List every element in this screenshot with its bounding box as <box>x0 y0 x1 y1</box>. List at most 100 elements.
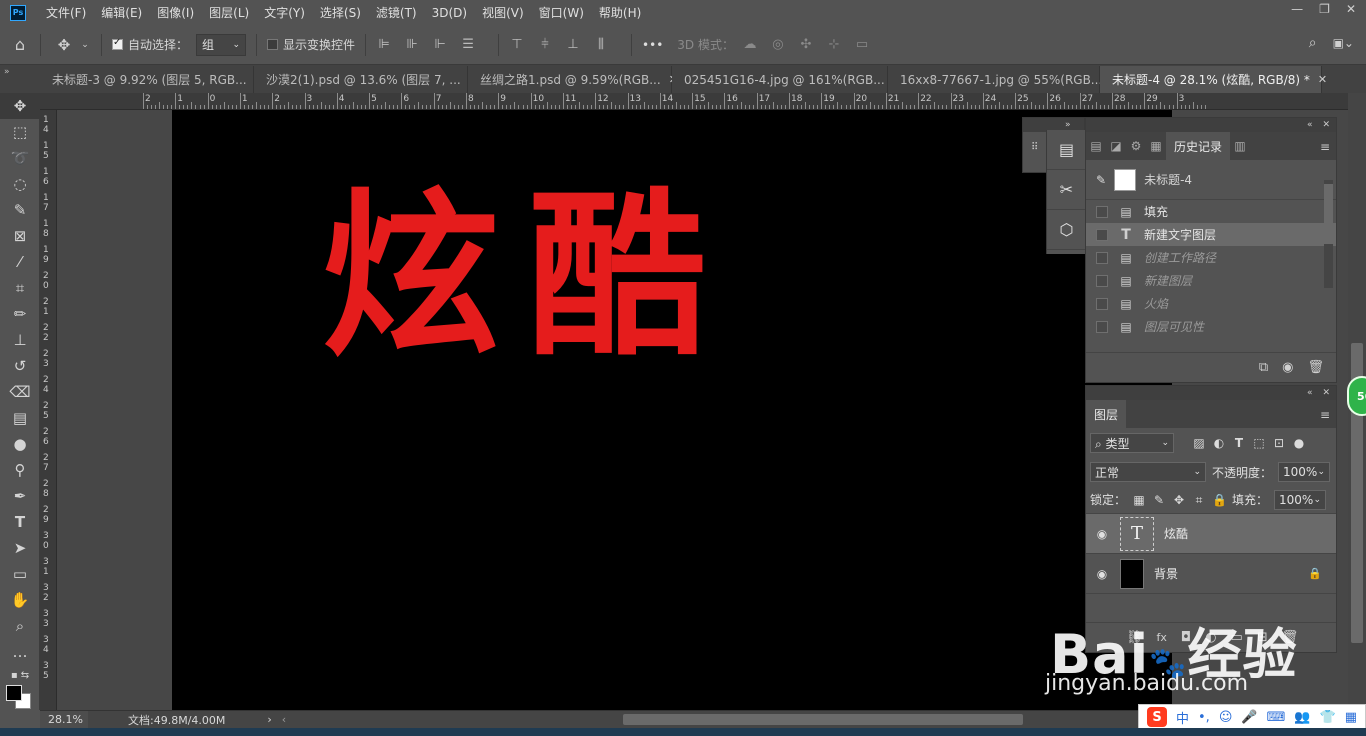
move-tool-icon[interactable]: ✥ <box>49 36 79 54</box>
menu-3d[interactable]: 3D(D) <box>432 6 467 20</box>
history-source-box[interactable] <box>1096 251 1108 264</box>
menu-view[interactable]: 视图(V) <box>482 4 524 21</box>
pen-tool-icon[interactable]: ✒ <box>0 483 40 509</box>
adjustment-layer-icon[interactable]: ◐ <box>1205 630 1216 645</box>
adjustment-filter-icon[interactable]: ◐ <box>1212 436 1226 450</box>
swap-colors-icon[interactable]: ▪ ⇆ <box>0 665 40 685</box>
floating-badge[interactable]: 56 <box>1347 376 1366 416</box>
close-icon[interactable]: ✕ <box>1322 388 1330 398</box>
workspace-icon[interactable]: ▣⌄ <box>1333 35 1354 51</box>
menu-image[interactable]: 图像(I) <box>157 4 194 21</box>
search-icon[interactable]: ⌕ <box>1309 35 1317 51</box>
history-state[interactable]: ▤ 新建图层 <box>1086 269 1336 292</box>
tools-presets-panel-icon[interactable]: ✂ <box>1047 170 1086 210</box>
frame-tool-icon[interactable]: ⊠ <box>0 223 40 249</box>
opacity-field[interactable]: 100% ⌄ <box>1278 462 1331 482</box>
other-panel-tab-icon[interactable]: ▤ <box>1086 132 1106 160</box>
lasso-tool-icon[interactable]: ➰ <box>0 145 40 171</box>
align-top-icon[interactable]: ⊤ <box>509 37 525 52</box>
scale-3d-icon[interactable]: ▭ <box>854 37 870 52</box>
eye-icon[interactable]: ◉ <box>1094 527 1110 541</box>
shape-tool-icon[interactable]: ▭ <box>0 561 40 587</box>
menu-file[interactable]: 文件(F) <box>46 4 86 21</box>
align-hcenter-icon[interactable]: ⊪ <box>404 37 420 52</box>
close-icon[interactable]: ✕ <box>1322 120 1330 130</box>
home-icon[interactable]: ⌂ <box>0 35 40 54</box>
drag-3d-icon[interactable]: ✣ <box>798 37 814 52</box>
history-snapshot[interactable]: ✎ 未标题-4 <box>1086 160 1336 200</box>
microphone-icon[interactable]: 🎤 <box>1241 710 1257 725</box>
doc-tab[interactable]: 丝绸之路1.psd @ 9.59%(RGB... ✕ <box>468 66 678 93</box>
close-icon[interactable]: ✕ <box>1346 2 1356 16</box>
link-layers-icon[interactable]: ⛓ <box>1126 630 1143 645</box>
history-state[interactable]: ▤ 创建工作路径 <box>1086 246 1336 269</box>
zoom-level[interactable]: 28.1% <box>40 710 88 729</box>
eyedropper-tool-icon[interactable]: ⁄ <box>0 249 40 275</box>
auto-select-dropdown[interactable]: 组 ⌄ <box>196 33 247 56</box>
chevron-right-icon[interactable]: › <box>267 713 271 726</box>
history-source-box[interactable] <box>1096 205 1108 218</box>
group-folder-icon[interactable]: ▭ <box>1231 630 1243 645</box>
crop-tool-icon[interactable]: ✎ <box>0 197 40 223</box>
history-state-current[interactable]: T 新建文字图层 <box>1086 223 1336 246</box>
properties-panel-icon[interactable]: ▤ <box>1047 130 1086 170</box>
collapse-icon[interactable]: « <box>1307 120 1313 130</box>
fx-icon[interactable]: fx <box>1157 631 1167 644</box>
fill-field[interactable]: 100% ⌄ <box>1274 489 1327 510</box>
panel-menu-icon[interactable]: ≡ <box>1320 408 1330 422</box>
punctuation-icon[interactable]: •, <box>1198 710 1210 725</box>
collapse-icon[interactable]: » <box>0 65 40 93</box>
align-bottom-icon[interactable]: ⊥ <box>565 37 581 52</box>
doc-tab[interactable]: 16xx8-77667-1.jpg @ 55%(RGB... ✕ <box>888 66 1119 93</box>
more-options-button[interactable]: ••• <box>642 38 663 52</box>
restore-icon[interactable]: ❐ <box>1319 2 1330 16</box>
distribute-vertical-icon[interactable]: ⫼ <box>593 37 609 52</box>
lock-pixels-icon[interactable]: ✎ <box>1152 493 1166 507</box>
menu-layer[interactable]: 图层(L) <box>209 4 249 21</box>
blend-mode-dropdown[interactable]: 正常 ⌄ <box>1090 462 1206 482</box>
canvas-text-layer[interactable]: 炫酷 <box>322 188 734 366</box>
filter-toggle-icon[interactable]: ● <box>1292 436 1306 450</box>
document-canvas[interactable]: 炫酷 <box>172 110 1172 710</box>
auto-select-checkbox[interactable] <box>112 37 123 50</box>
document-info[interactable]: 文档:49.8M/4.00M <box>128 712 225 728</box>
layer-row[interactable]: ◉ 背景 🔒 <box>1086 554 1336 594</box>
doc-tab[interactable]: 沙漠2(1).psd @ 13.6% (图层 7, ... ✕ <box>254 66 478 93</box>
doc-tab[interactable]: 025451G16-4.jpg @ 161%(RGB... ✕ <box>672 66 902 93</box>
color-swatches[interactable] <box>6 685 36 709</box>
chevron-left-icon[interactable]: ‹ <box>282 713 286 726</box>
gradient-tool-icon[interactable]: ▤ <box>0 405 40 431</box>
slide-3d-icon[interactable]: ⊹ <box>826 37 842 52</box>
healing-brush-tool-icon[interactable]: ⌗ <box>0 275 40 301</box>
grid-icon[interactable]: ▦ <box>1345 710 1357 725</box>
other-panel-tab-icon[interactable]: ▦ <box>1146 132 1166 160</box>
foreground-color-swatch[interactable] <box>6 685 22 701</box>
show-transform-checkbox[interactable] <box>267 39 279 50</box>
new-document-from-state-icon[interactable]: ⧉ <box>1259 360 1268 375</box>
align-right-icon[interactable]: ⊩ <box>432 37 448 52</box>
marquee-tool-icon[interactable]: ⬚ <box>0 119 40 145</box>
stamp-tool-icon[interactable]: ⊥ <box>0 327 40 353</box>
keyboard-icon[interactable]: ⌨ <box>1267 710 1286 725</box>
more-tools-icon[interactable]: … <box>0 639 40 665</box>
minimize-icon[interactable]: — <box>1291 2 1303 16</box>
history-state[interactable]: ▤ 火焰 <box>1086 292 1336 315</box>
dodge-tool-icon[interactable]: ⚲ <box>0 457 40 483</box>
horizontal-scrollbar-thumb[interactable] <box>623 714 1023 725</box>
ime-language[interactable]: 中 <box>1176 708 1189 727</box>
panel-menu-icon[interactable]: ≡ <box>1320 140 1330 154</box>
roll-3d-icon[interactable]: ◎ <box>770 37 786 52</box>
history-state[interactable]: ▤ 图层可见性 <box>1086 315 1336 338</box>
camera-icon[interactable]: ◉ <box>1282 360 1293 375</box>
history-brush-tool-icon[interactable]: ↺ <box>0 353 40 379</box>
align-vcenter-icon[interactable]: ⫩ <box>537 37 553 52</box>
history-source-box[interactable] <box>1096 274 1108 287</box>
eye-icon[interactable]: ◉ <box>1094 567 1110 581</box>
type-filter-icon[interactable]: T <box>1232 436 1246 450</box>
history-source-box[interactable] <box>1096 228 1108 241</box>
path-select-tool-icon[interactable]: ➤ <box>0 535 40 561</box>
lock-position-icon[interactable]: ✥ <box>1172 493 1186 507</box>
menu-type[interactable]: 文字(Y) <box>264 4 305 21</box>
history-scrollbar[interactable] <box>1324 180 1333 288</box>
lock-all-icon[interactable]: 🔒 <box>1212 493 1227 507</box>
